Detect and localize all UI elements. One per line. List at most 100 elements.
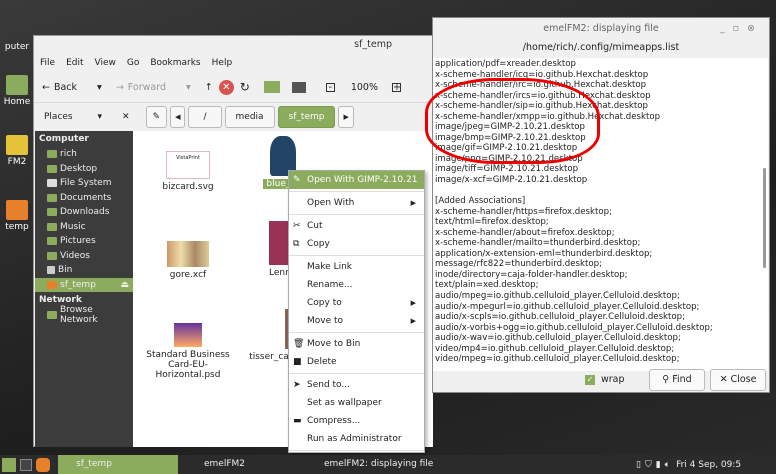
sidebar-item-rich[interactable]: rich	[35, 147, 133, 162]
computer-icon[interactable]	[291, 81, 306, 93]
menu-edit[interactable]: Edit	[66, 54, 83, 72]
file-item[interactable]: Standard Business Card-EU-Horizontal.psd	[143, 323, 233, 380]
sidebar: Computer rich Desktop File System Docume…	[35, 131, 133, 447]
sidebar-item-file-system[interactable]: File System	[35, 176, 133, 191]
find-button[interactable]: ⚲ Find	[649, 369, 705, 391]
file-line: video/mp4=io.github.celluloid_player.Cel…	[435, 343, 675, 354]
file-item[interactable]: gore.xcf	[143, 241, 233, 280]
desktop-icon-computer[interactable]: puter	[0, 42, 34, 52]
sidebar-item-music[interactable]: Music	[35, 220, 133, 235]
firefox-icon[interactable]	[36, 457, 50, 472]
battery-icon[interactable]: ▮	[656, 460, 661, 470]
menu-item-label: Delete	[307, 357, 337, 367]
forward-history-dropdown[interactable]: ▾	[186, 82, 191, 93]
scrollbar[interactable]	[761, 58, 768, 371]
back-history-dropdown[interactable]: ▾	[97, 82, 102, 93]
path-bar: Places ▾ ✕ ✎ ◀ / media sf_temp ▶	[34, 102, 432, 130]
up-arrow-icon[interactable]: ↑	[205, 82, 213, 93]
taskbar-item-emelfm2[interactable]: emelFM2	[186, 455, 306, 474]
menu-help[interactable]: Help	[212, 54, 233, 72]
sidebar-item-desktop[interactable]: Desktop	[35, 162, 133, 177]
menu-item-run-as-administrator[interactable]: Run as Administrator	[289, 430, 424, 448]
home-folder-icon[interactable]	[263, 81, 280, 93]
clock[interactable]: Fri 4 Sep, 09:5	[676, 460, 741, 470]
folder-icon	[47, 164, 57, 173]
taskbar-item-viewer[interactable]: emelFM2: displaying file	[306, 455, 636, 474]
file-line: audio/mpeg=io.github.celluloid_player.Ce…	[435, 291, 680, 302]
sidebar-item-sf-temp[interactable]: sf_temp ⏏	[35, 277, 133, 292]
wrap-checkbox[interactable]: ✓ wrap	[585, 374, 625, 385]
zoom-in-icon[interactable]: +	[392, 82, 401, 92]
back-button[interactable]: ← Back	[42, 82, 77, 93]
menu-item-delete[interactable]: ■ Delete	[289, 353, 424, 371]
desktop-icon-home[interactable]: Home	[0, 75, 34, 107]
menu-bookmarks[interactable]: Bookmarks	[150, 54, 200, 72]
taskbar: sf_temp emelFM2 emelFM2: displaying file…	[0, 455, 776, 474]
close-label: Close	[730, 374, 757, 385]
reload-icon[interactable]: ↻	[240, 80, 250, 94]
close-sidebar-icon[interactable]: ✕	[122, 112, 130, 122]
edit-path-button[interactable]: ✎	[145, 105, 168, 128]
sidebar-header-computer: Computer	[39, 134, 89, 144]
stop-icon[interactable]: ✕	[218, 79, 234, 95]
maximize-icon[interactable]: ▫	[733, 23, 747, 34]
file-line: application/x-extension-eml=thunderbird.…	[435, 248, 653, 259]
volume-icon[interactable]: 🔈︎	[665, 460, 670, 470]
desktop-icon-sf-temp[interactable]: temp	[0, 200, 34, 232]
submenu-arrow-icon: ▶	[410, 199, 416, 207]
desktop-icon-emelfm2[interactable]: FM2	[0, 135, 34, 167]
terminal-icon[interactable]	[20, 458, 32, 471]
menu-item-label: Send to...	[307, 380, 350, 390]
menu-item-move-to[interactable]: Move to ▶	[289, 312, 424, 330]
menu-item-open-with[interactable]: Open With ▶	[289, 194, 424, 212]
sidebar-item-downloads[interactable]: Downloads	[35, 205, 133, 220]
minimize-icon[interactable]: _	[720, 23, 733, 34]
places-dropdown[interactable]: Places ▾	[44, 112, 122, 122]
clipboard-icon[interactable]: ▯	[636, 460, 641, 470]
sidebar-item-browse-network[interactable]: Browse Network	[35, 305, 133, 325]
eject-icon[interactable]: ⏏	[120, 280, 129, 290]
taskbar-item-sf-temp[interactable]: sf_temp	[58, 455, 178, 474]
scrollbar-thumb[interactable]	[763, 168, 766, 268]
path-media[interactable]: media	[224, 105, 275, 128]
menu-item-set-as-wallpaper[interactable]: Set as wallpaper	[289, 394, 424, 412]
sidebar-item-label: Desktop	[60, 163, 98, 174]
menu-item-open-with-gimp-2-10-21[interactable]: ✎ Open With GIMP-2.10.21	[289, 171, 424, 189]
menu-item-send-to[interactable]: ➤ Send to...	[289, 376, 424, 394]
menu-go[interactable]: Go	[127, 54, 139, 72]
forward-button[interactable]: → Forward	[116, 82, 166, 93]
menu-file[interactable]: File	[40, 54, 55, 72]
arrow-left-icon: ←	[42, 81, 50, 93]
file-viewer-dialog: emelFM2: displaying file _▫⊗ /home/rich/.…	[425, 17, 770, 393]
menu-item-copy-to[interactable]: Copy to ▶	[289, 294, 424, 312]
file-item[interactable]: VistaPrint bizcard.svg	[143, 151, 233, 192]
menu-item-copy[interactable]: ⧉ Copy	[289, 235, 424, 253]
sidebar-item-documents[interactable]: Documents	[35, 191, 133, 206]
menu-item-rename[interactable]: Rename...	[289, 276, 424, 294]
path-back-arrow[interactable]: ◀	[170, 105, 186, 128]
file-line: inode/directory=caja-folder-handler.desk…	[435, 269, 628, 280]
close-window-icon[interactable]: ⊗	[747, 23, 763, 34]
file-line: image/x-xcf=GIMP-2.10.21.desktop	[435, 175, 588, 186]
sidebar-item-bin[interactable]: Bin	[35, 263, 133, 278]
shield-icon[interactable]: ⛉	[645, 460, 652, 470]
chevron-down-icon: ▾	[97, 111, 103, 122]
menu-item-make-link[interactable]: Make Link	[289, 258, 424, 276]
sidebar-item-pictures[interactable]: Pictures	[35, 234, 133, 249]
sidebar-item-videos[interactable]: Videos	[35, 249, 133, 264]
wrap-label: wrap	[601, 374, 625, 385]
menu-item-label: Move to	[307, 316, 344, 326]
menu-view[interactable]: View	[95, 54, 116, 72]
menu-item-compress[interactable]: ▬ Compress...	[289, 412, 424, 430]
path-sf-temp[interactable]: sf_temp	[277, 105, 336, 128]
menu-item-move-to-bin[interactable]: 🗑︎ Move to Bin	[289, 335, 424, 353]
path-forward-arrow[interactable]: ▶	[338, 105, 354, 128]
menu-bar: File Edit View Go Bookmarks Help	[34, 54, 432, 72]
zoom-out-icon[interactable]: -	[325, 82, 335, 92]
close-button[interactable]: ✕ Close	[710, 369, 766, 391]
menu-icon[interactable]	[2, 457, 16, 472]
path-root[interactable]: /	[188, 105, 222, 128]
menu-item-cut[interactable]: ✂ Cut	[289, 217, 424, 235]
file-line: text/plain=xed.desktop;	[435, 280, 539, 291]
folder-icon	[47, 237, 57, 246]
